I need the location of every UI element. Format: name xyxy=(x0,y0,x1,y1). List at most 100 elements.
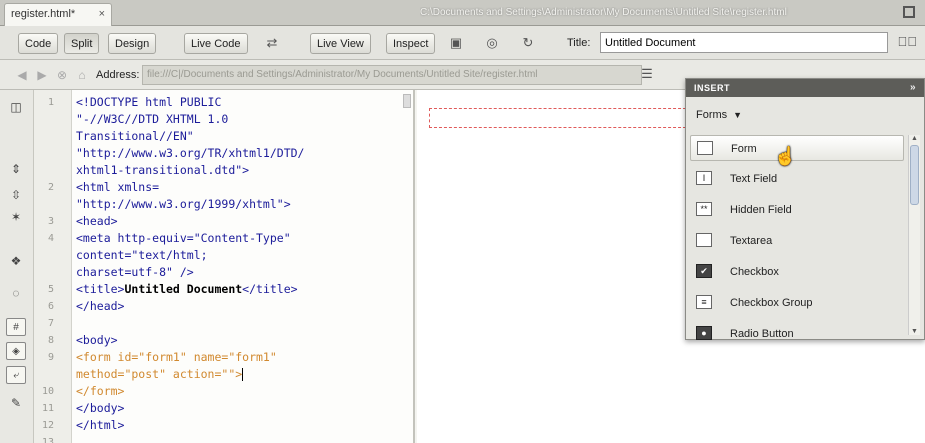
code-line[interactable]: xhtml1-transitional.dtd"> xyxy=(34,162,413,179)
restore-window-icon[interactable] xyxy=(903,6,915,18)
code-text-content: <meta http-equiv="Content-Type" xyxy=(76,231,291,245)
form-outline[interactable] xyxy=(429,108,691,128)
insert-item-form[interactable]: Form xyxy=(690,135,904,161)
refresh-icon[interactable]: ↻ xyxy=(518,34,538,52)
code-view[interactable]: 1 <!DOCTYPE html PUBLIC "-//W3C//DTD XHTML… xyxy=(34,90,415,443)
scroll-down-icon[interactable]: ▼ xyxy=(911,328,918,335)
insert-panel-header[interactable]: INSERT » xyxy=(686,79,924,97)
code-line[interactable]: charset=utf-8" /> xyxy=(34,264,413,281)
hand-pointer-cursor: ☝ xyxy=(774,146,797,166)
panel-collapse-icon[interactable]: » xyxy=(910,82,916,93)
insert-item-label: Checkbox Group xyxy=(730,297,813,309)
code-line[interactable]: content="text/html; xyxy=(34,247,413,264)
code-text: <form id="form1" name="form1" xyxy=(76,349,277,366)
select-parent-tag-icon[interactable]: ❖ xyxy=(6,252,26,270)
view-options-icon[interactable]: ☰ xyxy=(638,66,656,84)
scroll-up-icon[interactable]: ▲ xyxy=(911,135,918,142)
insert-panel-scrollbar[interactable]: ▲ ▼ xyxy=(908,135,920,335)
code-text-content: </form> xyxy=(76,384,125,398)
back-icon[interactable]: ◀ xyxy=(14,67,30,83)
code-text: <body> xyxy=(76,332,118,349)
radio-button-icon: ● xyxy=(696,326,712,340)
live-view-button[interactable]: Live View xyxy=(310,33,371,54)
code-text: <title>Untitled Document</title> xyxy=(76,281,298,298)
code-line[interactable]: 13 xyxy=(34,434,413,443)
highlight-invalid-code-icon[interactable]: ◈ xyxy=(6,342,26,360)
code-line[interactable]: 5 <title>Untitled Document</title> xyxy=(34,281,413,298)
expand-all-icon[interactable]: ✶ xyxy=(6,208,26,226)
code-line[interactable]: 8 <body> xyxy=(34,332,413,349)
preview-browser-icon[interactable]: ◎ xyxy=(482,34,502,52)
code-line[interactable]: 9 <form id="form1" name="form1" xyxy=(34,349,413,366)
insert-panel: INSERT » Forms ▼ Form I Text Field ** Hidden … xyxy=(685,78,925,340)
insert-item-label: Text Field xyxy=(730,173,778,185)
coding-toolbar: ◫ ⇕ ⇳ ✶ ❖ ◌ # ◈ ⤶ ✎ xyxy=(0,90,34,443)
insert-item-text-field[interactable]: I Text Field xyxy=(690,166,904,192)
line-numbers-icon[interactable]: # xyxy=(6,318,26,336)
code-scrollbar[interactable] xyxy=(403,94,411,439)
code-line[interactable]: 6 </head> xyxy=(34,298,413,315)
collapse-tag-icon[interactable]: ⇕ xyxy=(6,160,26,178)
insert-item-radio-button[interactable]: ● Radio Button xyxy=(690,321,904,347)
file-status-icon[interactable]: ⇄ xyxy=(262,34,282,52)
live-code-button[interactable]: Live Code xyxy=(184,33,248,54)
code-view-button[interactable]: Code xyxy=(18,33,59,54)
category-dropdown[interactable]: Forms ▼ xyxy=(696,109,742,121)
insert-item-hidden-field[interactable]: ** Hidden Field xyxy=(690,197,904,223)
code-line[interactable]: Transitional//EN" xyxy=(34,128,413,145)
address-field[interactable]: file:///C|/Documents and Settings/Admini… xyxy=(142,65,642,85)
address-label: Address: xyxy=(96,69,140,81)
comment-icon[interactable]: ✎ xyxy=(6,394,26,412)
collapse-selection-icon[interactable]: ⇳ xyxy=(6,186,26,204)
document-tab[interactable]: register.html* × xyxy=(4,3,112,26)
code-text: "http://www.w3.org/TR/xhtml1/DTD/ xyxy=(76,145,304,162)
home-icon[interactable]: ⌂ xyxy=(74,67,90,83)
insert-item-label: Checkbox xyxy=(730,266,779,278)
code-text-content: <html xmlns= xyxy=(76,180,160,194)
code-line[interactable]: 10 </form> xyxy=(34,383,413,400)
insert-item-label: Form xyxy=(731,143,757,155)
code-line[interactable]: 3 <head> xyxy=(34,213,413,230)
code-line[interactable]: 2 <html xmlns= xyxy=(34,179,413,196)
multiscreen-icon[interactable]: ▣ xyxy=(446,34,466,52)
balance-braces-icon[interactable]: ◌ xyxy=(6,284,26,302)
text-field-icon: I xyxy=(696,171,712,185)
line-number: 11 xyxy=(41,403,54,414)
code-line[interactable]: 12 </html> xyxy=(34,417,413,434)
design-view-button[interactable]: Design xyxy=(108,33,157,54)
code-text-content: xhtml1-transitional.dtd"> xyxy=(76,163,250,177)
code-text: <head> xyxy=(76,213,118,230)
stop-icon[interactable]: ⊗ xyxy=(54,67,70,83)
code-line[interactable]: 11 </body> xyxy=(34,400,413,417)
code-line[interactable]: "http://www.w3.org/1999/xhtml"> xyxy=(34,196,413,213)
code-text: charset=utf-8" /> xyxy=(76,264,194,281)
forward-icon[interactable]: ▶ xyxy=(34,67,50,83)
code-text-open-tag: <title> xyxy=(76,282,125,296)
code-line[interactable]: 7 xyxy=(34,315,413,332)
title-input[interactable] xyxy=(600,32,888,53)
close-icon[interactable]: × xyxy=(99,8,105,20)
inspect-button[interactable]: Inspect xyxy=(386,33,436,54)
code-line[interactable]: method="post" action=""> xyxy=(34,366,413,383)
split-view-button[interactable]: Split xyxy=(64,33,100,54)
line-number: 4 xyxy=(47,233,54,244)
insert-item-checkbox[interactable]: ✔ Checkbox xyxy=(690,259,904,285)
code-text-content: method="post" action=""> xyxy=(76,367,243,381)
line-number: 7 xyxy=(47,318,54,329)
code-text: </form> xyxy=(76,383,124,400)
insert-item-textarea[interactable]: Textarea xyxy=(690,228,904,254)
open-documents-icon[interactable]: ◫ xyxy=(6,98,26,116)
word-wrap-icon[interactable]: ⤶ xyxy=(6,366,26,384)
code-text-content: <body> xyxy=(76,333,118,347)
line-number: 10 xyxy=(41,386,54,397)
line-number: 6 xyxy=(47,301,54,312)
code-line[interactable]: "http://www.w3.org/TR/xhtml1/DTD/ xyxy=(34,145,413,162)
code-text-content: content="text/html; xyxy=(76,248,208,262)
code-line[interactable]: "-//W3C//DTD XHTML 1.0 xyxy=(34,111,413,128)
line-number: 5 xyxy=(47,284,54,295)
window-path: C:\Documents and Settings\Administrator\… xyxy=(420,7,787,18)
insert-item-checkbox-group[interactable]: ≡ Checkbox Group xyxy=(690,290,904,316)
code-line[interactable]: 4 <meta http-equiv="Content-Type" xyxy=(34,230,413,247)
code-line[interactable]: 1 <!DOCTYPE html PUBLIC xyxy=(34,94,413,111)
validate-icon[interactable]: ✓⃝ xyxy=(898,34,918,49)
